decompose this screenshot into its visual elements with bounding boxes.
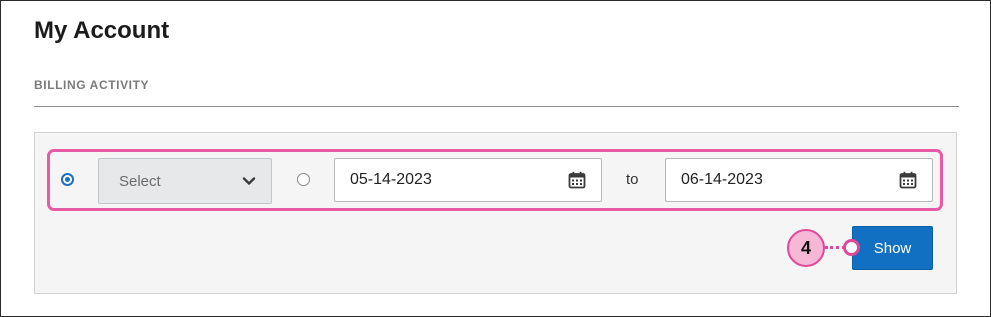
- to-label: to: [626, 171, 639, 188]
- callout-target-marker: [843, 239, 860, 256]
- calendar-icon[interactable]: [899, 171, 917, 189]
- callout-connector: [825, 246, 845, 249]
- show-button[interactable]: Show: [852, 226, 933, 270]
- start-date-value: 05-14-2023: [350, 171, 432, 188]
- period-select-value: Select: [119, 173, 161, 190]
- end-date-field[interactable]: 06-14-2023: [665, 158, 933, 202]
- calendar-icon[interactable]: [568, 171, 586, 189]
- page-title: My Account: [34, 17, 170, 44]
- chevron-down-icon: [242, 177, 256, 185]
- date-range-radio[interactable]: [297, 173, 310, 186]
- window-frame: My Account BILLING ACTIVITY Select 05-14…: [0, 0, 991, 317]
- section-divider: [34, 106, 959, 107]
- callout-badge: 4: [787, 229, 825, 267]
- end-date-value: 06-14-2023: [681, 171, 763, 188]
- section-label: BILLING ACTIVITY: [34, 78, 150, 92]
- period-select[interactable]: Select: [98, 158, 272, 204]
- period-radio[interactable]: [61, 173, 74, 186]
- start-date-field[interactable]: 05-14-2023: [334, 158, 602, 202]
